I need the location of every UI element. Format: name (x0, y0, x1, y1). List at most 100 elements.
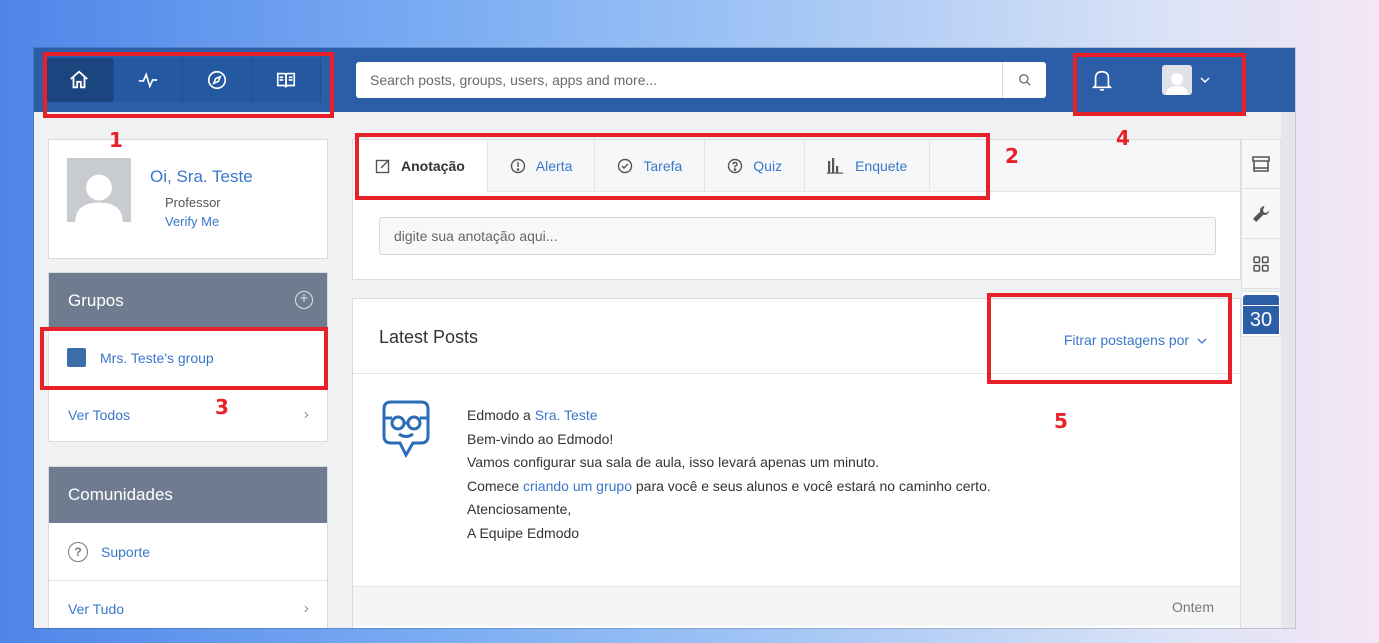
compass-icon (207, 70, 227, 90)
library-button[interactable] (252, 58, 321, 102)
group-label: Mrs. Teste's group (100, 349, 214, 366)
edmodo-logo-icon (381, 398, 431, 465)
question-icon: ? (68, 541, 88, 562)
tab-quiz-label: Quiz (753, 157, 783, 174)
chevron-right-icon: › (303, 406, 309, 423)
post-item: Edmodo a Sra. Teste Bem-vindo ao Edmodo!… (353, 374, 1240, 586)
scrollbar[interactable] (1281, 112, 1295, 628)
calendar-button[interactable]: 30 (1241, 291, 1281, 337)
profile-picture[interactable] (67, 158, 131, 222)
groups-title: Grupos (68, 291, 124, 310)
latest-posts-panel: Latest Posts Fitrar postagens por Edmodo… (352, 298, 1241, 628)
annotation-number-1: 1 (109, 128, 123, 152)
discover-button[interactable] (183, 58, 252, 102)
tab-assignment[interactable]: Tarefa (595, 140, 706, 191)
post-recipient-link[interactable]: Sra. Teste (535, 407, 598, 423)
home-button[interactable] (45, 58, 114, 102)
annotation-number-2: 2 (1005, 144, 1019, 168)
search-input[interactable] (356, 63, 1002, 97)
filter-label: Fitrar postagens por (1063, 332, 1190, 348)
see-all-communities-label: Ver Tudo (68, 601, 125, 617)
post-timestamp: Ontem (1171, 599, 1214, 615)
store-button[interactable] (1241, 139, 1281, 189)
question-icon (727, 158, 743, 174)
apps-button[interactable] (1241, 239, 1281, 289)
post-line: Vamos configurar sua sala de aula, isso … (467, 454, 880, 470)
alert-icon (510, 158, 526, 174)
notifications-button[interactable] (1085, 63, 1119, 97)
right-rail: 30 (1241, 139, 1281, 339)
search-button[interactable] (1002, 62, 1046, 98)
post-text: Comece (467, 477, 520, 494)
tab-alert[interactable]: Alerta (488, 140, 596, 191)
communities-panel: Comunidades ? Suporte Ver Tudo › (48, 466, 328, 628)
annotation-number-4: 4 (1116, 126, 1130, 150)
annotation-number-5: 5 (1054, 409, 1068, 433)
filter-posts-dropdown[interactable]: Fitrar postagens por (1064, 332, 1207, 348)
activity-button[interactable] (114, 58, 183, 102)
tab-quiz[interactable]: Quiz (705, 140, 806, 191)
profile-card: Oi, Sra. Teste Professor Verify Me (48, 139, 328, 259)
group-color-swatch (67, 348, 86, 367)
bell-icon (1091, 70, 1113, 91)
store-icon (1252, 156, 1270, 172)
community-item-support[interactable]: ? Suporte (49, 523, 327, 581)
edit-icon (375, 158, 391, 174)
tools-button[interactable] (1241, 189, 1281, 239)
annotation-number-3: 3 (215, 395, 229, 419)
grid-icon (1253, 255, 1269, 272)
posts-header: Latest Posts Fitrar postagens por (353, 299, 1240, 374)
app-window: Oi, Sra. Teste Professor Verify Me Grupo… (34, 48, 1295, 628)
post-composer: Anotação Alerta Tarefa Quiz Enquete digi… (352, 139, 1241, 280)
search-bar (356, 62, 1046, 98)
tab-note[interactable]: Anotação (353, 140, 488, 192)
calendar-day: 30 (1243, 306, 1279, 334)
verify-link[interactable]: Verify Me (165, 214, 219, 229)
book-icon (276, 72, 296, 88)
user-icon (75, 174, 123, 222)
poll-icon (827, 157, 845, 174)
post-line: A Equipe Edmodo (467, 524, 580, 541)
tab-poll[interactable]: Enquete (805, 140, 931, 191)
see-all-communities-link[interactable]: Ver Tudo › (49, 581, 327, 628)
check-icon (617, 158, 633, 174)
main-nav-buttons (45, 58, 321, 102)
create-group-link[interactable]: criando um grupo (523, 478, 632, 494)
groups-header: Grupos + (49, 273, 327, 329)
post-line: Atenciosamente, (467, 501, 572, 517)
add-group-icon[interactable]: + (295, 291, 313, 309)
profile-role: Professor (165, 195, 221, 210)
wrench-icon (1253, 205, 1269, 222)
post-author-line: Edmodo a Sra. Teste (467, 404, 991, 428)
groups-panel: Grupos + Mrs. Teste's group Ver Todos › (48, 272, 328, 442)
post-from: Edmodo a (467, 407, 531, 423)
posts-title: Latest Posts (379, 327, 479, 347)
activity-icon (138, 72, 158, 89)
post-footer: Ontem (353, 586, 1240, 626)
note-input[interactable] (379, 217, 1216, 255)
post-line: Bem-vindo ao Edmodo! (467, 430, 614, 447)
see-all-groups-label: Ver Todos (68, 407, 131, 423)
tab-assignment-label: Tarefa (643, 157, 683, 174)
group-item[interactable]: Mrs. Teste's group (49, 329, 327, 387)
post-line: Comece criando um grupo para você e seus… (467, 475, 991, 499)
user-menu-button[interactable] (1162, 62, 1210, 98)
chevron-down-icon (1197, 338, 1207, 344)
tab-poll-label: Enquete (855, 157, 908, 174)
see-all-groups-link[interactable]: Ver Todos › (49, 387, 327, 443)
communities-title: Comunidades (68, 485, 173, 504)
home-icon (70, 70, 88, 89)
tab-note-label: Anotação (401, 157, 465, 174)
top-navigation-bar (34, 48, 1295, 112)
avatar (1162, 65, 1192, 95)
post-text: para você e seus alunos e você estará no… (635, 477, 991, 494)
tab-alert-label: Alerta (535, 157, 573, 174)
calendar-icon (1243, 295, 1279, 305)
communities-header: Comunidades (49, 467, 327, 523)
search-icon (1018, 74, 1031, 86)
composer-tabs: Anotação Alerta Tarefa Quiz Enquete (353, 140, 1240, 192)
chevron-down-icon (1200, 77, 1210, 84)
community-label: Suporte (101, 543, 151, 560)
profile-name[interactable]: Oi, Sra. Teste (150, 167, 253, 187)
chevron-right-icon: › (303, 600, 309, 617)
